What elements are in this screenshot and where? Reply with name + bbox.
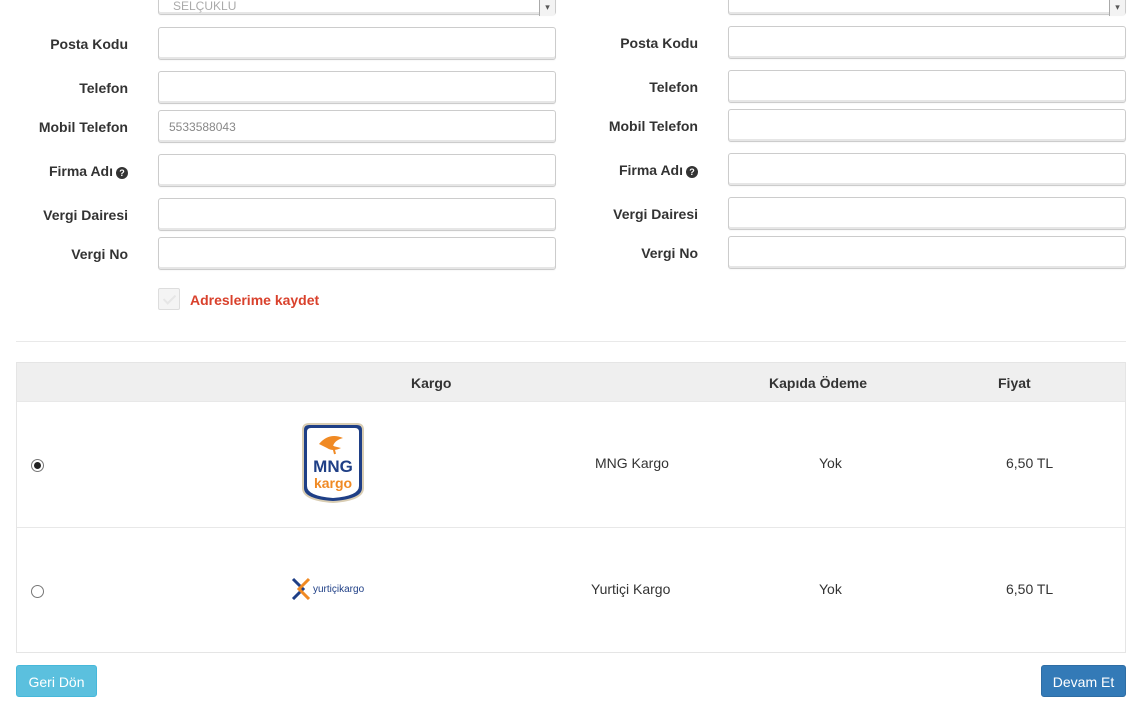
price-column-header: Fiyat	[998, 375, 1031, 391]
question-circle-icon[interactable]: ?	[116, 167, 128, 179]
table-header: Kargo Kapıda Ödeme Fiyat	[17, 363, 1125, 402]
district-select-right[interactable]: ▾	[728, 0, 1126, 16]
chevron-down-icon[interactable]: ▾	[539, 0, 555, 16]
company-name-input[interactable]	[158, 154, 556, 187]
mobile-phone-label-right: Mobil Telefon	[608, 118, 698, 134]
back-button[interactable]: Geri Dön	[16, 665, 97, 697]
postal-code-label: Posta Kodu	[50, 36, 128, 52]
tax-office-label: Vergi Dairesi	[43, 207, 128, 223]
shipping-price: 6,50 TL	[1006, 581, 1054, 597]
tax-office-input-right[interactable]	[728, 197, 1126, 230]
question-circle-icon[interactable]: ?	[686, 166, 698, 178]
shipping-name: Yurtiçi Kargo	[591, 581, 671, 597]
save-address-label[interactable]: Adreslerime kaydet	[190, 291, 319, 309]
company-name-text-right: Firma Adı	[618, 162, 683, 178]
mobile-phone-value: 5533588043	[169, 120, 236, 134]
cargo-column-header: Kargo	[411, 375, 452, 391]
shipping-cod: Yok	[819, 581, 842, 597]
phone-input-right[interactable]	[728, 70, 1126, 103]
tax-no-label: Vergi No	[71, 246, 128, 262]
company-name-label-right: Firma Adı?	[558, 160, 698, 180]
save-address-checkbox[interactable]	[158, 288, 180, 310]
phone-input[interactable]	[158, 71, 556, 104]
tax-no-input[interactable]	[158, 237, 556, 270]
postal-code-input-right[interactable]	[728, 26, 1126, 59]
mng-logo-text: MNG	[313, 457, 353, 476]
table-row[interactable]: MNG kargo MNG Kargo Yok 6,50 TL	[17, 401, 1125, 527]
phone-label: Telefon	[79, 80, 128, 96]
shipping-name: MNG Kargo	[595, 455, 669, 471]
mobile-phone-input[interactable]: 5533588043	[158, 110, 556, 143]
yurtici-kargo-logo: yurtiçikargo	[291, 576, 375, 601]
mobile-phone-input-right[interactable]	[728, 109, 1126, 142]
tax-office-label-right: Vergi Dairesi	[613, 206, 698, 222]
shipping-table: Kargo Kapıda Ödeme Fiyat MNG kargo MNG K…	[16, 362, 1126, 653]
company-name-input-right[interactable]	[728, 153, 1126, 186]
mobile-phone-label: Mobil Telefon	[38, 119, 128, 135]
mng-kargo-logo: MNG kargo	[299, 422, 367, 504]
cod-column-header: Kapıda Ödeme	[769, 375, 868, 391]
continue-button[interactable]: Devam Et	[1041, 665, 1126, 697]
tax-no-input-right[interactable]	[728, 236, 1126, 269]
chevron-down-icon[interactable]: ▾	[1109, 0, 1125, 16]
shipping-radio-mng[interactable]	[31, 459, 44, 472]
tax-office-input[interactable]	[158, 198, 556, 231]
shipping-radio-yurtici[interactable]	[31, 585, 44, 598]
yurtici-logo-text: yurtiçikargo	[313, 584, 365, 595]
phone-label-right: Telefon	[649, 79, 698, 95]
shipping-price: 6,50 TL	[1006, 455, 1054, 471]
district-select[interactable]: SELÇUKLU ▾	[158, 0, 556, 16]
shipping-cod: Yok	[819, 455, 842, 471]
company-name-text: Firma Adı	[48, 163, 113, 179]
postal-code-label-right: Posta Kodu	[620, 35, 698, 51]
mng-logo-subtext: kargo	[314, 475, 352, 491]
district-value: SELÇUKLU	[173, 0, 237, 13]
company-name-label: Firma Adı?	[0, 161, 128, 181]
postal-code-input[interactable]	[158, 27, 556, 60]
tax-no-label-right: Vergi No	[641, 245, 698, 261]
section-divider	[16, 341, 1126, 342]
table-row[interactable]: yurtiçikargo Yurtiçi Kargo Yok 6,50 TL	[17, 527, 1125, 653]
